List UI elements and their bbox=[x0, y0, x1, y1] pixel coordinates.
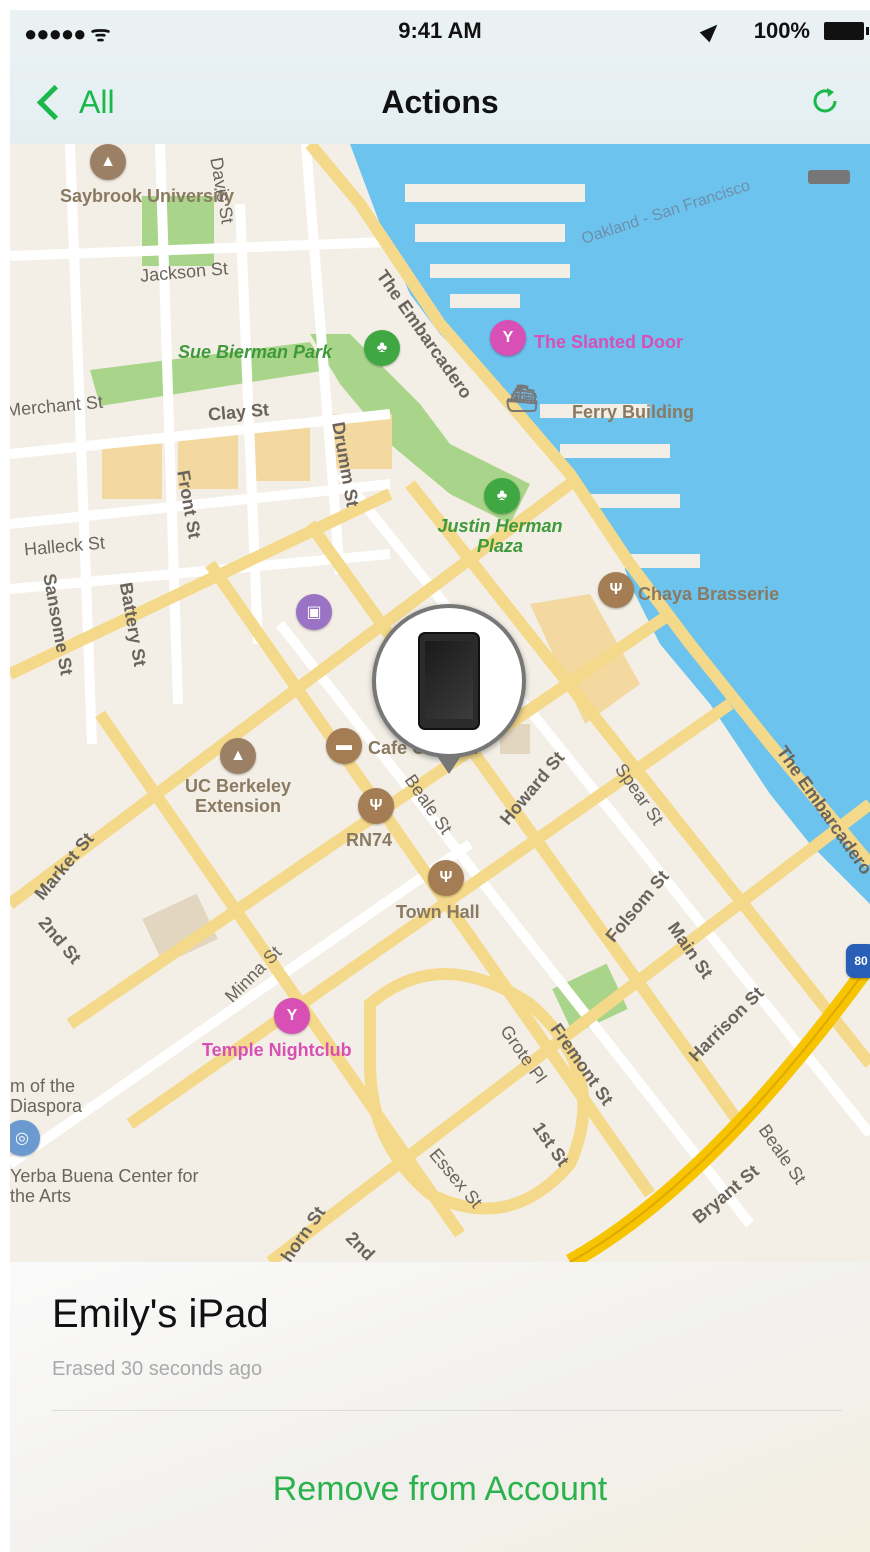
map-label-temple-nightclub: Temple Nightclub bbox=[202, 1040, 352, 1060]
park-icon[interactable]: ♣ bbox=[484, 478, 520, 514]
divider bbox=[52, 1410, 842, 1411]
map-label-slanted-door: The Slanted Door bbox=[534, 332, 684, 352]
highway-shield-icon: 80 bbox=[846, 944, 870, 978]
map-label-saybrook: Saybrook University bbox=[60, 186, 235, 206]
park-icon[interactable]: ♣ bbox=[364, 330, 400, 366]
map-label-diaspora: m of the Diaspora bbox=[10, 1076, 83, 1116]
navigation-bar: All Actions bbox=[10, 54, 870, 145]
device-info-panel: Emily's iPad Erased 30 seconds ago Remov… bbox=[10, 1262, 870, 1552]
map-label-chaya: Chaya Brasserie bbox=[638, 584, 780, 604]
map-label-justin-herman: Justin Herman Plaza bbox=[437, 516, 563, 556]
map-label-rn74: RN74 bbox=[346, 830, 393, 850]
map-label-uc-berkeley: UC Berkeley Extension bbox=[184, 776, 292, 816]
map-label-sue-bierman: Sue Bierman Park bbox=[178, 342, 333, 362]
ipad-icon bbox=[418, 632, 480, 730]
status-bar: ●●●●● ᯤ 9:41 AM 100% bbox=[10, 10, 870, 54]
status-time: 9:41 AM bbox=[398, 18, 482, 43]
map-view[interactable]: Saybrook University Jackson St Davis St … bbox=[10, 144, 870, 1266]
find-my-iphone-screen: ●●●●● ᯤ 9:41 AM 100% All Actions Saybroo… bbox=[10, 10, 870, 1552]
device-status: Erased 30 seconds ago bbox=[52, 1358, 263, 1380]
battery-percent: 100% bbox=[753, 18, 810, 43]
device-location-pin[interactable] bbox=[372, 604, 526, 774]
refresh-icon[interactable] bbox=[810, 86, 840, 116]
school-icon[interactable]: ▲ bbox=[220, 738, 256, 774]
restaurant-icon[interactable]: Ψ bbox=[358, 788, 394, 824]
bar-icon[interactable]: Y bbox=[274, 998, 310, 1034]
restaurant-icon[interactable]: Ψ bbox=[428, 860, 464, 896]
map-label-ferry-building: Ferry Building bbox=[572, 402, 695, 422]
transit-icon[interactable]: ▣ bbox=[296, 594, 332, 630]
remove-from-account-button[interactable]: Remove from Account bbox=[10, 1470, 870, 1509]
ferry-icon[interactable]: ⛴ bbox=[504, 380, 540, 416]
battery-icon bbox=[824, 22, 869, 40]
page-title: Actions bbox=[381, 84, 499, 120]
device-name: Emily's iPad bbox=[52, 1292, 269, 1336]
bar-icon[interactable]: Y bbox=[490, 320, 526, 356]
restaurant-icon[interactable]: ▬ bbox=[326, 728, 362, 764]
map-label-town-hall: Town Hall bbox=[396, 902, 480, 922]
restaurant-icon[interactable]: Ψ bbox=[598, 572, 634, 608]
pier-icon bbox=[808, 170, 850, 184]
school-icon[interactable]: ▲ bbox=[90, 144, 126, 180]
map-label-yerba-buena: Yerba Buena Center for the Arts bbox=[10, 1166, 199, 1206]
